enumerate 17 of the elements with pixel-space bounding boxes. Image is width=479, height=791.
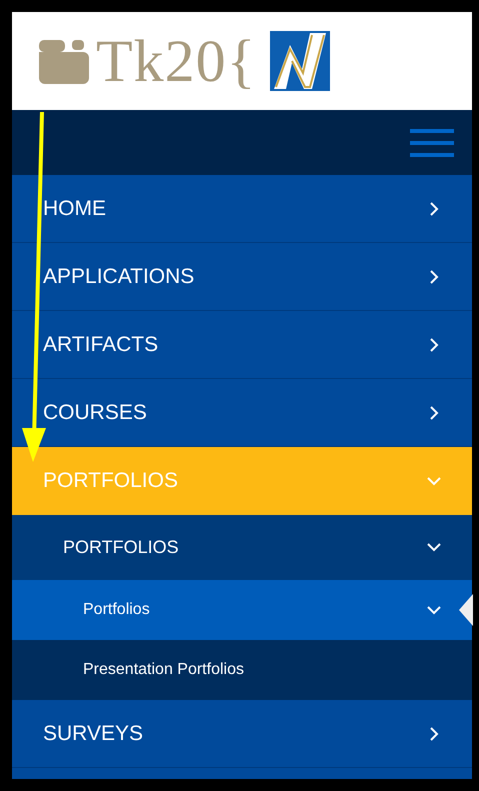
menu-label: HOME	[43, 196, 106, 222]
menu-item[interactable]: PORTFOLIOS	[12, 515, 472, 580]
menu-icon[interactable]	[410, 128, 454, 158]
logo-icon	[36, 38, 92, 84]
menu-item[interactable]: Presentation Portfolios	[12, 640, 472, 700]
menu-label: SURVEYS	[43, 720, 143, 747]
menu-label: Portfolios	[83, 600, 150, 620]
menu-label: PORTFOLIOS	[43, 468, 178, 494]
menu-label: PORTFOLIOS	[63, 536, 179, 558]
logo-text: Tk20{	[96, 31, 256, 91]
menu-label: APPLICATIONS	[43, 264, 194, 290]
menu-label: ARTIFACTS	[43, 332, 158, 358]
n-logo-icon	[270, 31, 330, 91]
pointer-icon	[459, 594, 473, 626]
menu-label: COURSES	[43, 400, 147, 426]
menu-label: Presentation Portfolios	[83, 660, 244, 680]
menu-item[interactable]: Portfolios	[12, 580, 472, 640]
